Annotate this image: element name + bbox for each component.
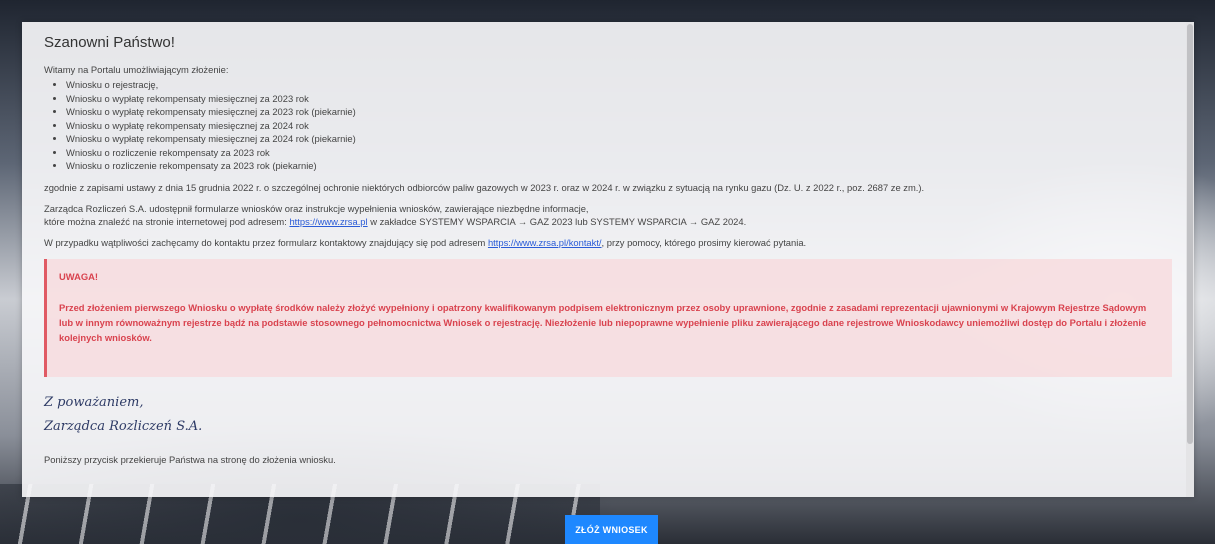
list-item: Wniosku o wypłatę rekompensaty miesięczn…: [66, 92, 1174, 106]
submit-application-button[interactable]: ZŁÓŻ WNIOSEK: [565, 515, 658, 544]
zrsa-link[interactable]: https://www.zrsa.pl: [289, 216, 367, 227]
signature: Z poważaniem, Zarządca Rozliczeń S.A.: [44, 391, 1174, 439]
list-item: Wniosku o rejestrację,: [66, 78, 1174, 92]
list-item: Wniosku o wypłatę rekompensaty miesięczn…: [66, 119, 1174, 133]
list-item: Wniosku o wypłatę rekompensaty miesięczn…: [66, 132, 1174, 146]
contact-text: W przypadku wątpliwości zachęcamy do kon…: [44, 236, 1174, 249]
forms-text-line2: które można znaleźć na stronie interneto…: [44, 215, 1174, 228]
list-item: Wniosku o wypłatę rekompensaty miesięczn…: [66, 105, 1174, 119]
application-list: Wniosku o rejestrację, Wniosku o wypłatę…: [44, 78, 1174, 173]
redirect-note: Poniższy przycisk przekieruje Państwa na…: [44, 453, 336, 465]
warning-text: Przed złożeniem pierwszego Wniosku o wyp…: [59, 301, 1147, 343]
welcome-panel: Szanowni Państwo! Witamy na Portalu umoż…: [22, 22, 1194, 497]
warning-title: UWAGA!: [59, 270, 99, 282]
intro-text: Witamy na Portalu umożliwiającym złożeni…: [44, 64, 229, 75]
law-text: zgodnie z zapisami ustawy z dnia 15 grud…: [44, 181, 925, 193]
contact-post: , przy pomocy, którego prosimy kierować …: [601, 236, 807, 248]
page-title: Szanowni Państwo!: [44, 34, 175, 51]
contact-link[interactable]: https://www.zrsa.pl/kontakt/: [488, 237, 602, 248]
warning-box: UWAGA! Przed złożeniem pierwszego Wniosk…: [44, 258, 1172, 377]
list-item: Wniosku o rozliczenie rekompensaty za 20…: [66, 159, 1174, 173]
forms-pre: które można znaleźć na stronie interneto…: [44, 215, 290, 227]
signature-line2: Zarządca Rozliczeń S.A.: [44, 418, 203, 434]
signature-line1: Z poważaniem,: [44, 394, 144, 410]
forms-text-line1: Zarządca Rozliczeń S.A. udostępnił formu…: [44, 202, 589, 214]
panel-content: Szanowni Państwo! Witamy na Portalu umoż…: [44, 22, 1174, 466]
scrollbar[interactable]: [1186, 22, 1194, 497]
forms-post: w zakładce SYSTEMY WSPARCIA → GAZ 2023 l…: [367, 215, 747, 227]
list-item: Wniosku o rozliczenie rekompensaty za 20…: [66, 146, 1174, 160]
contact-pre: W przypadku wątpliwości zachęcamy do kon…: [44, 236, 488, 248]
scrollbar-thumb[interactable]: [1187, 24, 1193, 444]
